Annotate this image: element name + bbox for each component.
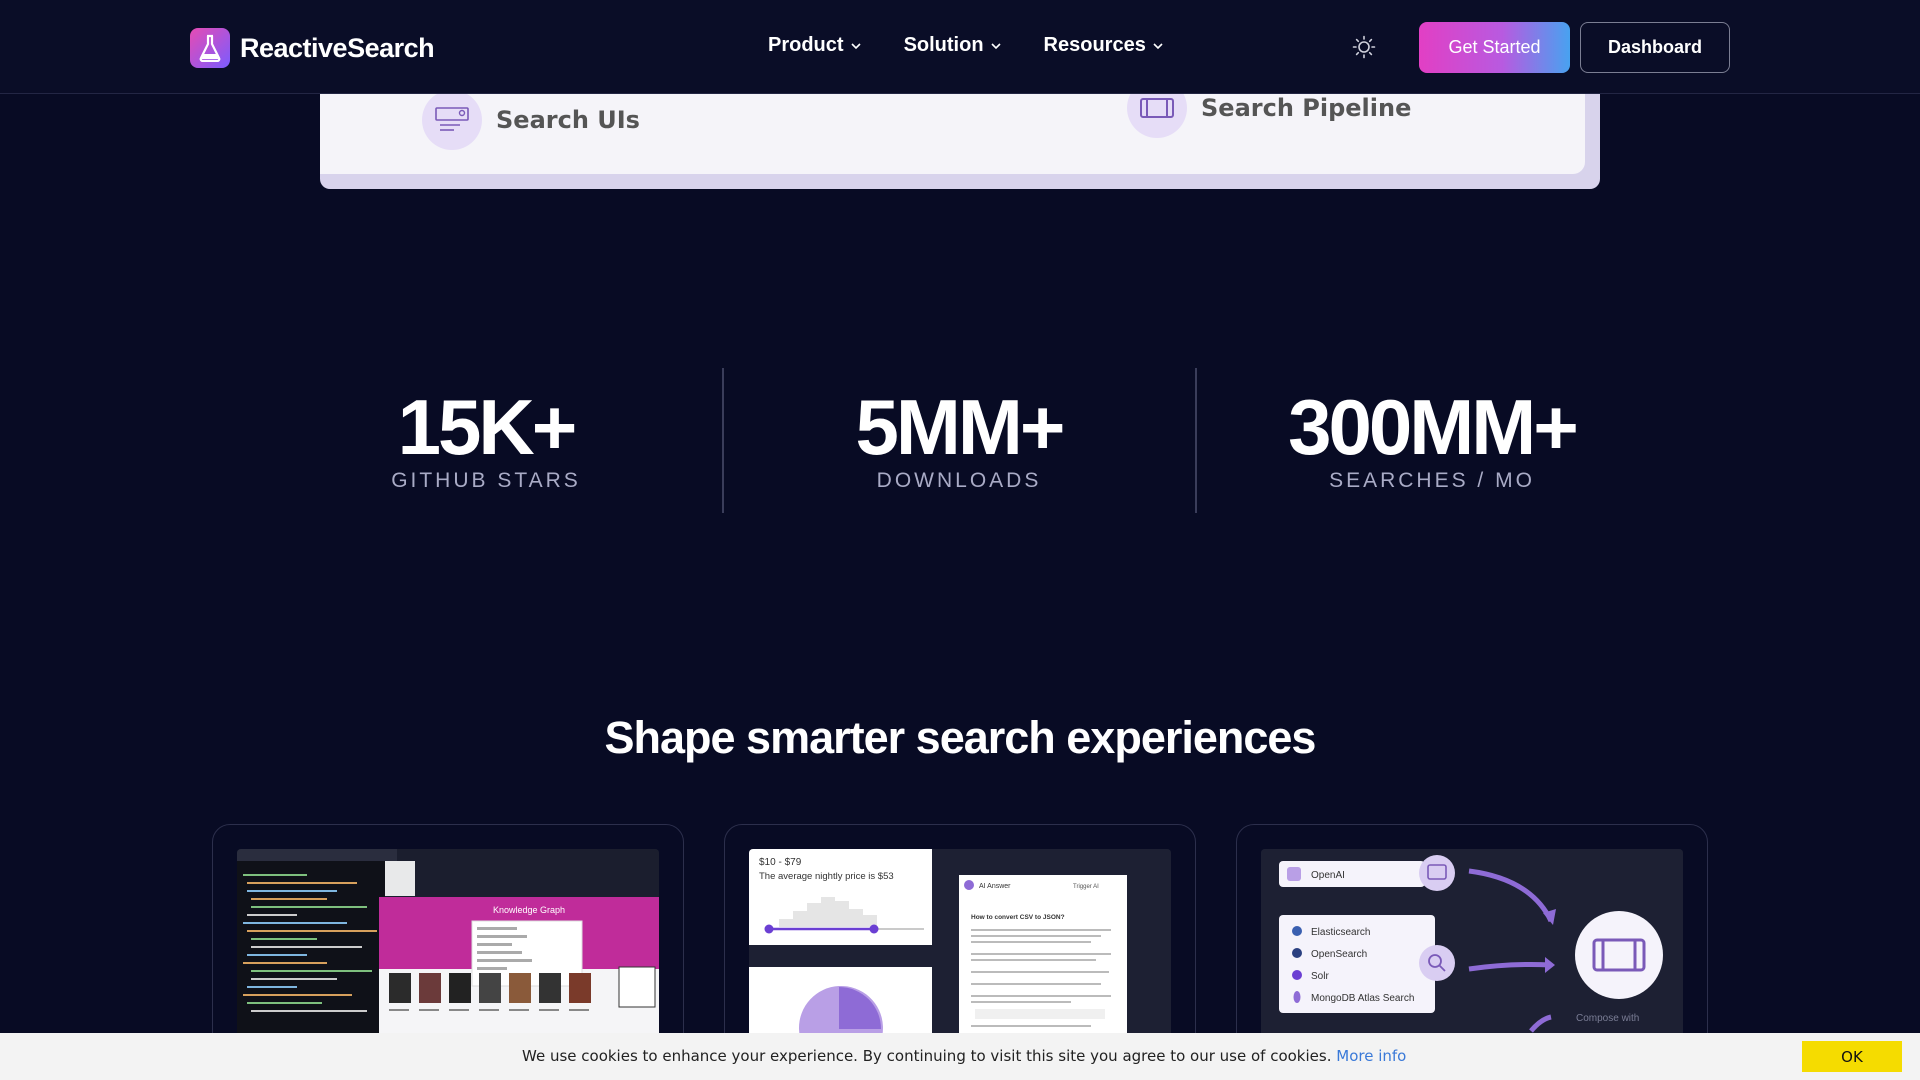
- knowledge-graph-title: Knowledge Graph: [493, 905, 565, 915]
- stat-divider: [722, 368, 724, 513]
- cookie-more-info-link[interactable]: More info: [1336, 1047, 1406, 1065]
- feature-search-pipeline-label: Search Pipeline: [1201, 94, 1412, 122]
- cookie-banner: We use cookies to enhance your experienc…: [0, 1033, 1920, 1080]
- price-range-label: $10 - $79: [759, 857, 802, 868]
- engine-opensearch: OpenSearch: [1311, 949, 1367, 960]
- feature-search-uis-label: Search UIs: [496, 106, 640, 134]
- nav-resources-label: Resources: [1043, 34, 1146, 56]
- ai-question: How to convert CSV to JSON?: [971, 914, 1065, 921]
- ai-trigger-tag: Trigger AI: [1073, 884, 1099, 890]
- dashboard-button[interactable]: Dashboard: [1580, 22, 1730, 73]
- flask-icon: [190, 28, 230, 68]
- cookie-message: We use cookies to enhance your experienc…: [522, 1047, 1406, 1065]
- stat-label: SEARCHES / MO: [1329, 469, 1535, 492]
- nav-product-label: Product: [768, 34, 844, 56]
- brand-name: ReactiveSearch: [240, 32, 435, 63]
- get-started-button[interactable]: Get Started: [1419, 22, 1570, 73]
- nav-solution[interactable]: Solution: [904, 34, 1002, 57]
- nav-solution-label: Solution: [903, 34, 984, 56]
- site-header: ReactiveSearch Product Solution Resource…: [0, 0, 1920, 94]
- price-note-label: The average nightly price is $53: [759, 871, 894, 882]
- cookie-text: We use cookies to enhance your experienc…: [522, 1047, 1332, 1065]
- cookie-ok-button[interactable]: OK: [1802, 1041, 1902, 1072]
- sun-icon[interactable]: [1352, 35, 1376, 59]
- stat-divider: [1195, 368, 1197, 513]
- search-ui-icon: [422, 90, 482, 150]
- stat-label: GITHUB STARS: [391, 469, 581, 492]
- stat-value: 5MM+: [855, 383, 1066, 471]
- feature-search-uis[interactable]: Search UIs: [422, 90, 640, 150]
- section-title: Shape smarter search experiences: [604, 712, 1317, 763]
- chevron-down-icon: [1153, 42, 1163, 49]
- compose-with-label: Compose with: [1576, 1013, 1639, 1024]
- brand-logo[interactable]: ReactiveSearch: [190, 28, 435, 68]
- main-nav: Product Solution Resources: [768, 34, 1164, 57]
- features-card-inner: Search UIs Search Pipeline: [320, 78, 1585, 174]
- engine-elasticsearch: Elasticsearch: [1311, 927, 1370, 938]
- stat-downloads: 5MM+ DOWNLOADS: [749, 385, 1169, 493]
- llm-openai: OpenAI: [1311, 870, 1345, 881]
- engine-mongodb: MongoDB Atlas Search: [1311, 993, 1414, 1004]
- stat-label: DOWNLOADS: [876, 469, 1042, 492]
- chevron-down-icon: [990, 42, 1001, 49]
- stat-github-stars: 15K+ GITHUB STARS: [276, 385, 696, 493]
- nav-product[interactable]: Product: [768, 34, 862, 57]
- stat-value: 300MM+: [1288, 383, 1579, 471]
- features-card: Search UIs Search Pipeline: [320, 78, 1600, 189]
- engine-solr: Solr: [1311, 971, 1329, 982]
- stat-value: 15K+: [397, 383, 578, 471]
- nav-resources[interactable]: Resources: [1044, 34, 1164, 57]
- chevron-down-icon: [850, 42, 861, 49]
- stat-searches: 300MM+ SEARCHES / MO: [1222, 385, 1642, 493]
- ai-answer-title: AI Answer: [979, 883, 1011, 890]
